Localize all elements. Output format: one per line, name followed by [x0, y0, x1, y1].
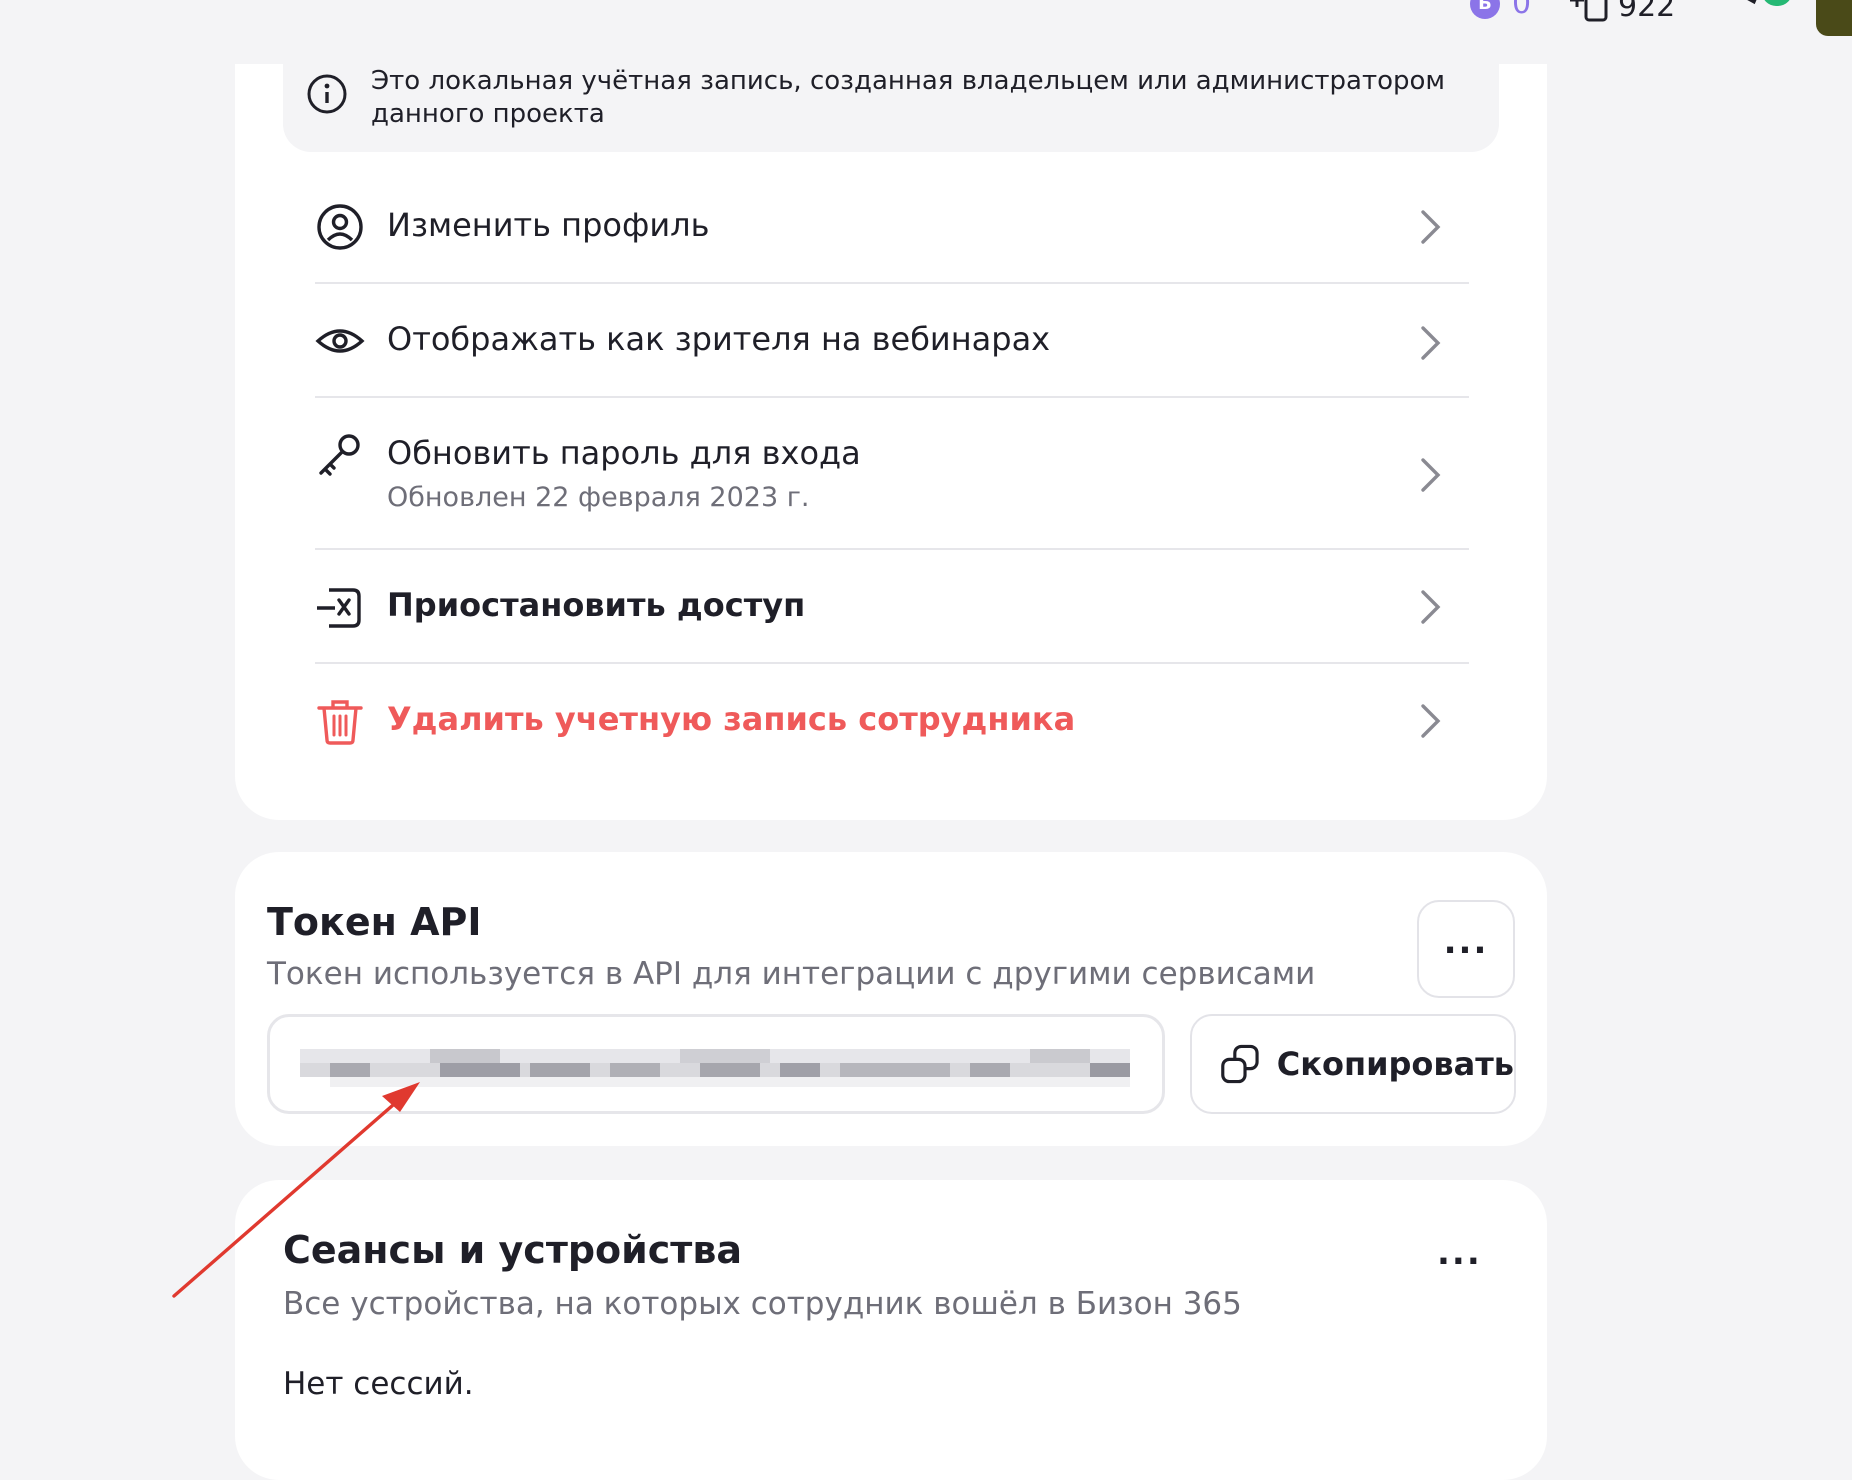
delete-employee-item[interactable]: Удалить учетную запись сотрудника — [315, 666, 1469, 778]
coin-balance-value: 0 — [1512, 0, 1532, 21]
password-updated-date: Обновлен 22 февраля 2023 г. — [387, 482, 810, 513]
token-title: Токен API — [267, 900, 482, 944]
chevron-right-icon — [1421, 458, 1441, 492]
suspend-access-item[interactable]: Приостановить доступ — [315, 552, 1469, 664]
sessions-card: Сеансы и устройства Все устройства, на к… — [235, 1180, 1547, 1480]
edit-profile-label: Изменить профиль — [387, 206, 710, 244]
api-token-card: Токен API Токен используется в API для и… — [235, 852, 1547, 1146]
add-users-value: 922 — [1618, 0, 1676, 24]
key-icon — [319, 434, 360, 476]
suspend-access-label: Приостановить доступ — [387, 586, 806, 624]
chevron-right-icon — [1421, 326, 1441, 360]
update-password-label: Обновить пароль для входа — [387, 434, 861, 472]
api-token-field[interactable] — [267, 1014, 1165, 1114]
delete-employee-label: Удалить учетную запись сотрудника — [387, 700, 1076, 738]
update-password-item[interactable]: Обновить пароль для входа Обновлен 22 фе… — [315, 400, 1469, 550]
sessions-subtitle: Все устройства, на которых сотрудник вош… — [283, 1286, 1242, 1322]
sessions-title: Сеансы и устройства — [283, 1228, 743, 1272]
copy-icon — [1221, 1044, 1259, 1084]
user-circle-icon — [317, 204, 363, 250]
trash-icon — [317, 700, 363, 745]
coin-icon: Б — [1470, 0, 1500, 19]
viewer-mode-label: Отображать как зрителя на вебинарах — [387, 320, 1051, 358]
viewer-mode-item[interactable]: Отображать как зрителя на вебинарах — [315, 286, 1469, 398]
top-toolbar: Б 0 922 — [0, 0, 1852, 64]
avatar[interactable] — [1816, 0, 1852, 36]
suspend-icon — [317, 588, 361, 628]
add-user-icon — [1570, 0, 1608, 22]
chevron-right-icon — [1421, 210, 1441, 244]
megaphone-icon[interactable] — [1726, 0, 1770, 22]
more-dots-icon: ... — [1443, 922, 1489, 962]
edit-profile-item[interactable]: Изменить профиль — [315, 172, 1469, 284]
add-users-counter[interactable]: 922 — [1566, 0, 1675, 26]
eye-icon — [315, 329, 365, 353]
token-subtitle: Токен используется в API для интеграции … — [267, 956, 1316, 992]
no-sessions-text: Нет сессий. — [283, 1366, 474, 1402]
copy-token-button[interactable]: Скопировать — [1190, 1014, 1516, 1114]
copy-token-label: Скопировать — [1276, 1045, 1514, 1083]
notice-text: Это локальная учётная запись, созданная … — [371, 66, 1446, 129]
info-icon — [307, 74, 347, 114]
sessions-more-button[interactable]: ... — [1437, 1236, 1482, 1270]
chevron-right-icon — [1421, 704, 1441, 738]
token-more-button[interactable]: ... — [1417, 900, 1515, 998]
profile-actions-card: Это локальная учётная запись, созданная … — [235, 20, 1547, 820]
chevron-right-icon — [1421, 590, 1441, 624]
blurred-token-value — [300, 1049, 1130, 1087]
coin-balance[interactable]: Б 0 — [1470, 0, 1531, 21]
